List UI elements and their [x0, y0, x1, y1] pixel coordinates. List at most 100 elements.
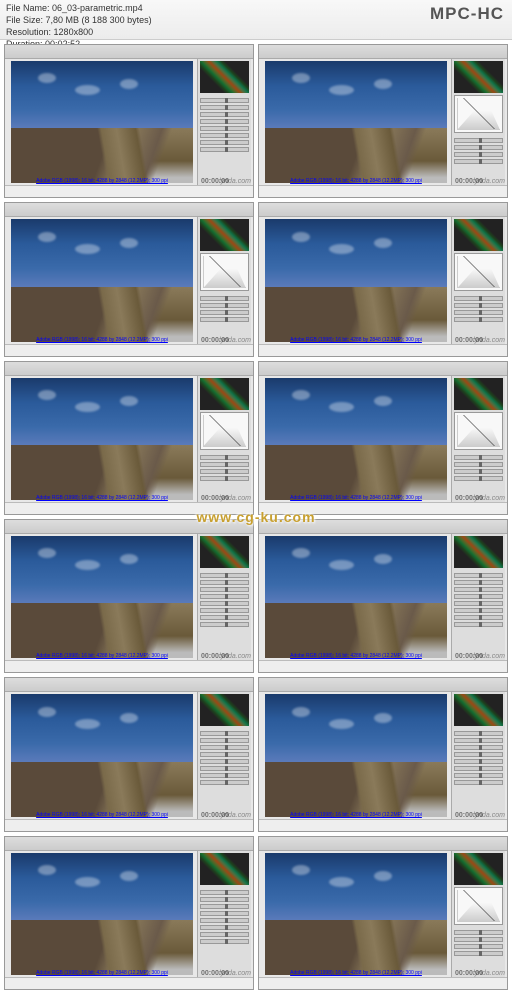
- slider[interactable]: [454, 296, 503, 301]
- slider[interactable]: [454, 469, 503, 474]
- slider[interactable]: [454, 462, 503, 467]
- slider[interactable]: [200, 310, 249, 315]
- slider[interactable]: [454, 951, 503, 956]
- tone-curve[interactable]: [454, 412, 503, 450]
- slider[interactable]: [200, 476, 249, 481]
- slider[interactable]: [200, 303, 249, 308]
- slider[interactable]: [454, 152, 503, 157]
- slider[interactable]: [454, 937, 503, 942]
- slider[interactable]: [200, 897, 249, 902]
- slider[interactable]: [200, 615, 249, 620]
- slider[interactable]: [200, 112, 249, 117]
- slider[interactable]: [454, 752, 503, 757]
- slider[interactable]: [454, 930, 503, 935]
- thumbnail[interactable]: Adobe RGB (1998); 16 bit; 4288 by 2848 (…: [4, 519, 254, 673]
- slider[interactable]: [200, 731, 249, 736]
- image-info-link[interactable]: Adobe RGB (1998); 16 bit; 4288 by 2848 (…: [290, 653, 422, 659]
- slider[interactable]: [200, 738, 249, 743]
- slider[interactable]: [200, 759, 249, 764]
- image-info-link[interactable]: Adobe RGB (1998); 16 bit; 4288 by 2848 (…: [290, 495, 422, 501]
- thumbnail[interactable]: Adobe RGB (1998); 16 bit; 4288 by 2848 (…: [258, 836, 508, 990]
- slider[interactable]: [454, 580, 503, 585]
- slider[interactable]: [454, 594, 503, 599]
- slider[interactable]: [454, 608, 503, 613]
- slider[interactable]: [200, 147, 249, 152]
- slider[interactable]: [200, 455, 249, 460]
- slider[interactable]: [200, 126, 249, 131]
- slider[interactable]: [200, 140, 249, 145]
- slider[interactable]: [454, 455, 503, 460]
- slider[interactable]: [200, 98, 249, 103]
- slider[interactable]: [200, 462, 249, 467]
- slider[interactable]: [454, 573, 503, 578]
- tone-curve[interactable]: [200, 253, 249, 291]
- slider[interactable]: [200, 119, 249, 124]
- slider[interactable]: [200, 780, 249, 785]
- thumbnail[interactable]: Adobe RGB (1998); 16 bit; 4288 by 2848 (…: [258, 361, 508, 515]
- image-info-link[interactable]: Adobe RGB (1998); 16 bit; 4288 by 2848 (…: [36, 970, 168, 976]
- slider[interactable]: [454, 145, 503, 150]
- slider[interactable]: [200, 594, 249, 599]
- image-info-link[interactable]: Adobe RGB (1998); 16 bit; 4288 by 2848 (…: [290, 970, 422, 976]
- thumbnail[interactable]: Adobe RGB (1998); 16 bit; 4288 by 2848 (…: [258, 202, 508, 356]
- slider[interactable]: [200, 608, 249, 613]
- slider[interactable]: [454, 780, 503, 785]
- image-info-link[interactable]: Adobe RGB (1998); 16 bit; 4288 by 2848 (…: [36, 653, 168, 659]
- thumbnail[interactable]: Adobe RGB (1998); 16 bit; 4288 by 2848 (…: [4, 836, 254, 990]
- thumbnail[interactable]: Adobe RGB (1998); 16 bit; 4288 by 2848 (…: [258, 44, 508, 198]
- slider[interactable]: [200, 601, 249, 606]
- slider[interactable]: [454, 138, 503, 143]
- image-info-link[interactable]: Adobe RGB (1998); 16 bit; 4288 by 2848 (…: [36, 178, 168, 184]
- tone-curve[interactable]: [454, 887, 503, 925]
- slider[interactable]: [200, 580, 249, 585]
- thumbnail[interactable]: Adobe RGB (1998); 16 bit; 4288 by 2848 (…: [258, 677, 508, 831]
- slider[interactable]: [200, 745, 249, 750]
- slider[interactable]: [200, 133, 249, 138]
- slider[interactable]: [200, 587, 249, 592]
- slider[interactable]: [454, 317, 503, 322]
- slider[interactable]: [200, 622, 249, 627]
- slider[interactable]: [454, 738, 503, 743]
- slider[interactable]: [200, 925, 249, 930]
- image-info-link[interactable]: Adobe RGB (1998); 16 bit; 4288 by 2848 (…: [36, 337, 168, 343]
- slider[interactable]: [200, 105, 249, 110]
- image-info-link[interactable]: Adobe RGB (1998); 16 bit; 4288 by 2848 (…: [36, 495, 168, 501]
- tone-curve[interactable]: [454, 253, 503, 291]
- slider[interactable]: [454, 745, 503, 750]
- slider[interactable]: [454, 615, 503, 620]
- slider[interactable]: [200, 296, 249, 301]
- slider[interactable]: [200, 317, 249, 322]
- slider[interactable]: [200, 752, 249, 757]
- slider[interactable]: [454, 766, 503, 771]
- slider[interactable]: [200, 939, 249, 944]
- slider[interactable]: [454, 622, 503, 627]
- slider[interactable]: [454, 944, 503, 949]
- thumbnail[interactable]: Adobe RGB (1998); 16 bit; 4288 by 2848 (…: [4, 677, 254, 831]
- slider[interactable]: [200, 766, 249, 771]
- slider[interactable]: [200, 911, 249, 916]
- slider[interactable]: [454, 601, 503, 606]
- slider[interactable]: [200, 890, 249, 895]
- slider[interactable]: [200, 773, 249, 778]
- slider[interactable]: [200, 904, 249, 909]
- slider[interactable]: [454, 731, 503, 736]
- tone-curve[interactable]: [200, 412, 249, 450]
- thumbnail[interactable]: Adobe RGB (1998); 16 bit; 4288 by 2848 (…: [4, 361, 254, 515]
- slider[interactable]: [200, 918, 249, 923]
- thumbnail[interactable]: Adobe RGB (1998); 16 bit; 4288 by 2848 (…: [258, 519, 508, 673]
- slider[interactable]: [454, 476, 503, 481]
- tone-curve[interactable]: [454, 95, 503, 133]
- slider[interactable]: [200, 573, 249, 578]
- slider[interactable]: [454, 303, 503, 308]
- slider[interactable]: [200, 932, 249, 937]
- slider[interactable]: [454, 159, 503, 164]
- thumbnail[interactable]: Adobe RGB (1998); 16 bit; 4288 by 2848 (…: [4, 202, 254, 356]
- slider[interactable]: [454, 310, 503, 315]
- image-info-link[interactable]: Adobe RGB (1998); 16 bit; 4288 by 2848 (…: [290, 178, 422, 184]
- slider[interactable]: [454, 587, 503, 592]
- image-info-link[interactable]: Adobe RGB (1998); 16 bit; 4288 by 2848 (…: [290, 812, 422, 818]
- slider[interactable]: [200, 469, 249, 474]
- image-info-link[interactable]: Adobe RGB (1998); 16 bit; 4288 by 2848 (…: [290, 337, 422, 343]
- slider[interactable]: [454, 759, 503, 764]
- thumbnail[interactable]: Adobe RGB (1998); 16 bit; 4288 by 2848 (…: [4, 44, 254, 198]
